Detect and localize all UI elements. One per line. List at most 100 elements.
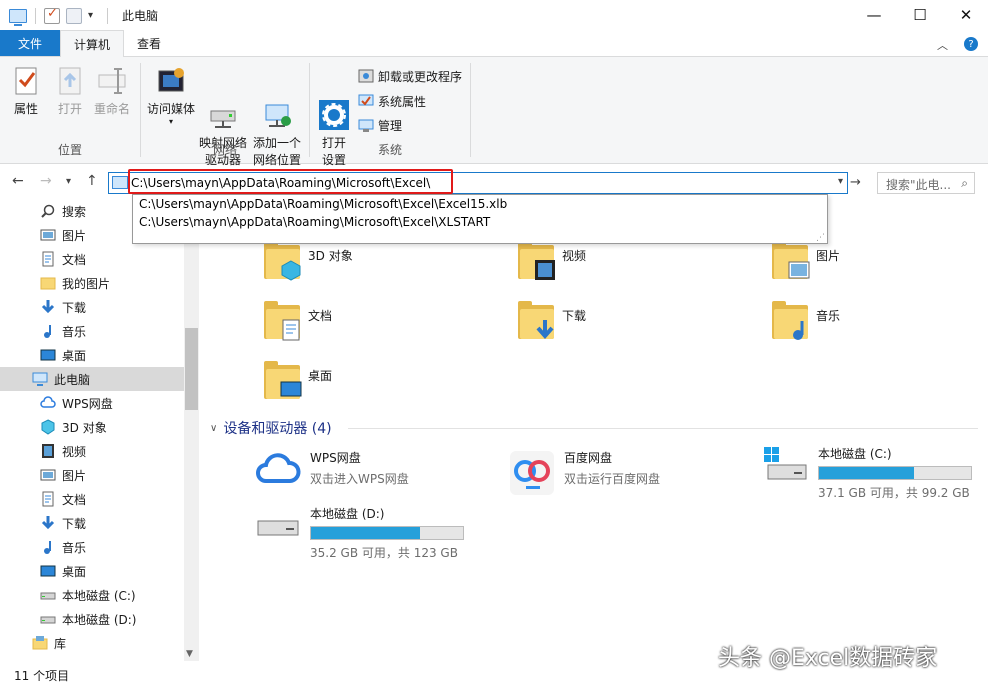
go-arrow-icon[interactable]: → — [850, 175, 861, 190]
music-icon — [40, 539, 56, 555]
uninstall-icon — [358, 68, 374, 84]
properties-quick-icon[interactable] — [44, 6, 60, 24]
scroll-thumb[interactable] — [185, 328, 198, 410]
up-arrow-icon[interactable]: ↑ — [86, 173, 98, 189]
manage-icon — [358, 117, 374, 133]
folder-tile[interactable]: 图片 — [772, 241, 840, 281]
sidebar-item[interactable]: 文档 — [0, 247, 184, 271]
sidebar-item[interactable]: 我的图片 — [0, 271, 184, 295]
download-icon — [40, 299, 56, 315]
uninstall-button[interactable]: 卸载或更改程序 — [358, 65, 462, 87]
help-icon[interactable]: ? — [964, 37, 978, 51]
drive-name: 百度网盘 — [564, 451, 613, 465]
minimize-button[interactable]: — — [851, 0, 897, 30]
folder-label: 图片 — [816, 249, 841, 263]
drive-tile[interactable]: 本地磁盘 (C:) 37.1 GB 可用，共 99.2 GB — [762, 445, 972, 501]
folder-tile[interactable]: 3D 对象 — [264, 241, 353, 281]
network-drive-icon — [207, 82, 239, 128]
desktop-icon — [40, 563, 56, 579]
sidebar-item[interactable]: 音乐 — [0, 535, 184, 559]
sidebar-item[interactable]: 图片 — [0, 463, 184, 487]
usage-bar-fill — [819, 467, 915, 479]
music-icon — [788, 319, 810, 341]
pictures-icon — [788, 259, 810, 281]
drive-tile[interactable]: 百度网盘双击运行百度网盘 — [508, 449, 661, 495]
sidebar-item[interactable]: 音乐 — [0, 319, 184, 343]
cloud-icon — [40, 395, 56, 411]
folder-tile[interactable]: 下载 — [518, 301, 586, 341]
chevron-up-icon[interactable]: ︿ — [937, 37, 948, 53]
gear-icon — [318, 82, 350, 130]
open-button[interactable]: 打开 — [52, 65, 88, 118]
content-pane: ∨ 设备和驱动器 (4) 3D 对象 视频 图片文档 下载 音乐桌面 WPS网盘 双击进入W… — [200, 199, 988, 661]
sidebar-item-label: 此电脑 — [54, 372, 91, 387]
access-media-button[interactable]: 访问媒体 ▾ — [145, 65, 197, 126]
cube-icon — [280, 259, 302, 281]
ribbon-tabs: 文件 计算机 查看 ︿ ? — [0, 30, 988, 57]
folder-tile[interactable]: 视频 — [518, 241, 586, 281]
address-input[interactable] — [131, 174, 821, 192]
suggestion-item[interactable]: C:\Users\mayn\AppData\Roaming\Microsoft\… — [139, 215, 490, 229]
baidu-cloud-icon — [508, 449, 556, 495]
chevron-down-icon[interactable]: ▾ — [88, 10, 93, 21]
chevron-down-icon[interactable]: ▾ — [838, 176, 843, 187]
search-placeholder: 搜索"此电... — [886, 178, 951, 192]
folder-icon — [264, 241, 302, 281]
usage-bar-fill — [311, 527, 420, 539]
folder-tile[interactable]: 文档 — [264, 301, 332, 341]
suggestion-item[interactable]: C:\Users\mayn\AppData\Roaming\Microsoft\… — [139, 197, 507, 211]
sidebar-item[interactable]: 此电脑 — [0, 367, 184, 391]
open-label: 打开 — [57, 102, 82, 116]
documents-icon — [40, 251, 56, 267]
folder-icon — [518, 301, 554, 341]
manage-button[interactable]: 管理 — [358, 114, 402, 136]
back-arrow-icon[interactable]: ← — [12, 173, 24, 189]
maximize-button[interactable]: ☐ — [897, 0, 943, 30]
properties-label: 属性 — [13, 102, 38, 116]
sidebar-item[interactable]: 桌面 — [0, 343, 184, 367]
sidebar-item[interactable]: 桌面 — [0, 559, 184, 583]
window-title: 此电脑 — [122, 9, 159, 23]
drive-tile[interactable]: 本地磁盘 (D:) 35.2 GB 可用，共 123 GB — [254, 505, 464, 561]
sidebar-item[interactable]: 库 — [0, 631, 184, 655]
scroll-down-icon[interactable]: ▼ — [186, 649, 193, 659]
sidebar-item[interactable]: 下载 — [0, 295, 184, 319]
sidebar-item-label: 文档 — [62, 492, 87, 507]
drive-name: WPS网盘 — [310, 451, 361, 465]
drive-subtitle: 双击运行百度网盘 — [564, 472, 661, 486]
address-bar[interactable]: ▾ — [108, 172, 848, 194]
forward-arrow-icon[interactable]: → — [40, 173, 52, 189]
sidebar-item[interactable]: 3D 对象 — [0, 415, 184, 439]
sidebar-item[interactable]: 本地磁盘 (C:) — [0, 583, 184, 607]
sidebar-item[interactable]: WPS网盘 — [0, 391, 184, 415]
tab-file[interactable]: 文件 — [0, 30, 60, 56]
tab-view[interactable]: 查看 — [124, 30, 174, 56]
devices-section-header[interactable]: ∨ 设备和驱动器 (4) — [210, 418, 332, 438]
close-button[interactable]: ✕ — [943, 0, 988, 30]
folder-tile[interactable]: 桌面 — [264, 361, 332, 401]
pictures-icon — [40, 227, 56, 243]
resize-grip-icon[interactable]: ⋰ — [816, 233, 825, 243]
tab-computer[interactable]: 计算机 — [60, 30, 125, 57]
new-folder-quick-icon[interactable] — [66, 7, 82, 24]
nav-scrollbar[interactable]: ▲ ▼ — [184, 199, 199, 661]
rename-icon — [96, 65, 128, 97]
drive-icon — [40, 587, 56, 603]
sidebar-item[interactable]: 文档 — [0, 487, 184, 511]
properties-button[interactable]: 属性 — [8, 65, 44, 118]
system-properties-button[interactable]: 系统属性 — [358, 90, 426, 112]
sidebar-item[interactable]: 本地磁盘 (D:) — [0, 607, 184, 631]
sidebar-item[interactable]: 视频 — [0, 439, 184, 463]
drive-icon — [40, 611, 56, 627]
music-icon — [40, 323, 56, 339]
search-box[interactable]: 搜索"此电... ⌕ — [877, 172, 975, 194]
sidebar-item[interactable]: 下载 — [0, 511, 184, 535]
recent-locations-chevron-icon[interactable]: ▾ — [66, 176, 71, 187]
title-bar: ▾ 此电脑 — ☐ ✕ — [0, 0, 988, 31]
drive-name: 本地磁盘 (D:) — [310, 507, 385, 521]
rename-button[interactable]: 重命名 — [90, 65, 134, 118]
drive-subtitle: 37.1 GB 可用，共 99.2 GB — [818, 486, 970, 500]
sidebar-item-label: 本地磁盘 (D:) — [62, 612, 137, 627]
drive-tile[interactable]: WPS网盘 双击进入WPS网盘 — [254, 449, 409, 489]
folder-tile[interactable]: 音乐 — [772, 301, 840, 341]
